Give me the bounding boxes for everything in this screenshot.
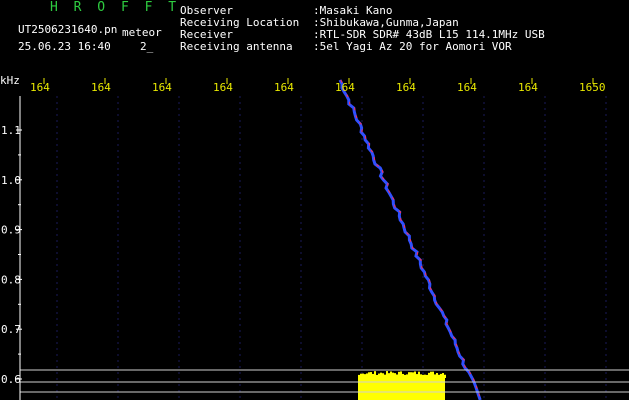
noise-spike [424,374,426,378]
noise-spike [392,372,394,378]
noise-band-fill [358,376,445,400]
antenna-value: :5el Yagi Az 20 for Aomori VOR [313,40,512,53]
noise-spike [376,374,378,378]
noise-spike [416,374,418,378]
x-tick-label: 1650 [579,81,606,94]
x-tick-label: 164 [335,81,355,94]
file-name: UT2506231640.pn [18,23,118,36]
noise-spike [434,374,436,378]
noise-spike [422,374,424,378]
noise-spike [374,371,376,378]
spectrogram-plot: 164 164 164 164 164 164 164 164 164 1650 1.11.00.… [0,76,629,400]
noise-spike [426,374,428,378]
noise-spike [410,372,412,378]
noise-spike [412,372,414,378]
x-tick-label: 164 [30,81,50,94]
noise-spike [380,372,382,378]
noise-spike [358,374,360,378]
noise-spike [400,371,402,378]
noise-spike [398,371,400,378]
noise-spike [430,371,432,378]
plot-background [0,76,629,400]
x-tick-label: 164 [152,81,172,94]
noise-band [358,371,446,400]
noise-spike [420,374,422,378]
noise-spike [366,373,368,378]
x-tick-label: 164 [274,81,294,94]
noise-spike [388,373,390,378]
noise-spike [442,373,444,378]
noise-spike [414,371,416,378]
noise-spike [360,373,362,378]
noise-spike [438,374,440,378]
noise-spike [408,372,410,378]
noise-spike [382,373,384,378]
noise-spike [390,371,392,378]
antenna-label: Receiving antenna [180,40,293,53]
noise-spike [402,373,404,378]
noise-spike [440,373,442,378]
noise-spike [404,374,406,378]
noise-spike [362,373,364,378]
noise-spike [394,373,396,378]
x-tick-label: 164 [213,81,233,94]
noise-spike [396,374,398,378]
y-axis-label: kHz [0,76,20,87]
noise-spike [384,374,386,378]
date-time: 25.06.23 16:40 [18,40,111,53]
date-suffix: 2_ [140,40,154,53]
file-type: meteor [122,26,162,39]
header-panel: H R O F F T UT2506231640.pn meteor 25.06… [0,0,629,76]
noise-spike [436,373,438,378]
noise-spike [406,374,408,378]
noise-spike [444,374,446,378]
noise-spike [368,372,370,378]
x-tick-label: 164 [518,81,538,94]
noise-spike [364,374,366,378]
noise-spike [370,372,372,378]
noise-spike [386,371,388,378]
noise-spike [372,373,374,378]
app-title: H R O F F T [50,0,181,15]
noise-spike [428,372,430,378]
noise-spike [432,371,434,378]
x-tick-label: 164 [457,81,477,94]
noise-spike [378,373,380,378]
x-tick-label: 164 [396,81,416,94]
x-tick-label: 164 [91,81,111,94]
noise-spike [418,371,420,378]
y-tick-label: 0.7 [1,323,21,336]
